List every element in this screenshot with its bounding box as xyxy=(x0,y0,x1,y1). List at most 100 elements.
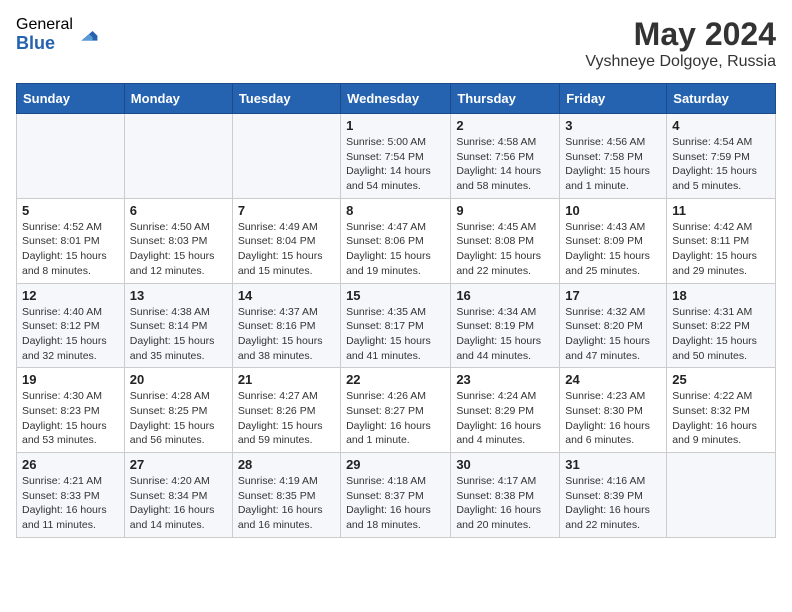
title-month: May 2024 xyxy=(585,16,776,53)
day-info: Sunrise: 4:50 AM Sunset: 8:03 PM Dayligh… xyxy=(130,220,227,279)
calendar-day-cell: 22Sunrise: 4:26 AM Sunset: 8:27 PM Dayli… xyxy=(341,368,451,453)
title-block: May 2024 Vyshneye Dolgoye, Russia xyxy=(585,16,776,71)
day-number: 25 xyxy=(672,372,770,387)
weekday-header: Wednesday xyxy=(341,84,451,114)
day-number: 15 xyxy=(346,288,445,303)
day-info: Sunrise: 4:28 AM Sunset: 8:25 PM Dayligh… xyxy=(130,389,227,448)
day-number: 11 xyxy=(672,203,770,218)
day-info: Sunrise: 4:27 AM Sunset: 8:26 PM Dayligh… xyxy=(238,389,335,448)
calendar-day-cell: 15Sunrise: 4:35 AM Sunset: 8:17 PM Dayli… xyxy=(341,283,451,368)
day-info: Sunrise: 4:34 AM Sunset: 8:19 PM Dayligh… xyxy=(456,305,554,364)
day-info: Sunrise: 4:20 AM Sunset: 8:34 PM Dayligh… xyxy=(130,474,227,533)
calendar-day-cell: 30 Sunrise: 4:17 AM Sunset: 8:38 PM Dayli… xyxy=(451,453,560,538)
calendar-day-cell: 6 Sunrise: 4:50 AM Sunset: 8:03 PM Daylig… xyxy=(124,198,232,283)
weekday-header: Sunday xyxy=(17,84,125,114)
day-number: 29 xyxy=(346,457,445,472)
calendar-table: SundayMondayTuesdayWednesdayThursdayFrid… xyxy=(16,83,776,538)
calendar-day-cell: 10 Sunrise: 4:43 AM Sunset: 8:09 PM Dayli… xyxy=(560,198,667,283)
day-info: Sunrise: 4:54 AM Sunset: 7:59 PM Dayligh… xyxy=(672,135,770,194)
calendar-day-cell: 12Sunrise: 4:40 AM Sunset: 8:12 PM Dayli… xyxy=(17,283,125,368)
day-info: Sunrise: 4:38 AM Sunset: 8:14 PM Dayligh… xyxy=(130,305,227,364)
calendar-day-cell: 9 Sunrise: 4:45 AM Sunset: 8:08 PM Daylig… xyxy=(451,198,560,283)
logo: General Blue xyxy=(16,16,99,53)
logo-general: General xyxy=(16,16,73,34)
calendar-day-cell: 18Sunrise: 4:31 AM Sunset: 8:22 PM Dayli… xyxy=(667,283,776,368)
calendar-day-cell: 28Sunrise: 4:19 AM Sunset: 8:35 PM Dayli… xyxy=(232,453,340,538)
calendar-day-cell: 8Sunrise: 4:47 AM Sunset: 8:06 PM Daylig… xyxy=(341,198,451,283)
calendar-week-row: 19 Sunrise: 4:30 AM Sunset: 8:23 PM Dayli… xyxy=(17,368,776,453)
day-info: Sunrise: 5:00 AM Sunset: 7:54 PM Dayligh… xyxy=(346,135,445,194)
logo-blue: Blue xyxy=(16,34,73,54)
calendar-day-cell: 7Sunrise: 4:49 AM Sunset: 8:04 PM Daylig… xyxy=(232,198,340,283)
weekday-header: Monday xyxy=(124,84,232,114)
day-number: 21 xyxy=(238,372,335,387)
day-info: Sunrise: 4:30 AM Sunset: 8:23 PM Dayligh… xyxy=(22,389,119,448)
day-number: 2 xyxy=(456,118,554,133)
calendar-day-cell: 27 Sunrise: 4:20 AM Sunset: 8:34 PM Dayli… xyxy=(124,453,232,538)
day-number: 27 xyxy=(130,457,227,472)
calendar-day-cell: 5Sunrise: 4:52 AM Sunset: 8:01 PM Daylig… xyxy=(17,198,125,283)
weekday-header: Tuesday xyxy=(232,84,340,114)
day-number: 1 xyxy=(346,118,445,133)
day-number: 9 xyxy=(456,203,554,218)
day-info: Sunrise: 4:24 AM Sunset: 8:29 PM Dayligh… xyxy=(456,389,554,448)
day-number: 14 xyxy=(238,288,335,303)
day-info: Sunrise: 4:47 AM Sunset: 8:06 PM Dayligh… xyxy=(346,220,445,279)
day-number: 24 xyxy=(565,372,661,387)
day-info: Sunrise: 4:45 AM Sunset: 8:08 PM Dayligh… xyxy=(456,220,554,279)
calendar-day-cell: 2 Sunrise: 4:58 AM Sunset: 7:56 PM Daylig… xyxy=(451,114,560,199)
weekday-header: Saturday xyxy=(667,84,776,114)
calendar-day-cell: 3 Sunrise: 4:56 AM Sunset: 7:58 PM Daylig… xyxy=(560,114,667,199)
day-info: Sunrise: 4:16 AM Sunset: 8:39 PM Dayligh… xyxy=(565,474,661,533)
day-info: Sunrise: 4:37 AM Sunset: 8:16 PM Dayligh… xyxy=(238,305,335,364)
day-number: 17 xyxy=(565,288,661,303)
page-header: General Blue May 2024 Vyshneye Dolgoye, … xyxy=(16,16,776,71)
day-number: 20 xyxy=(130,372,227,387)
day-number: 31 xyxy=(565,457,661,472)
day-info: Sunrise: 4:58 AM Sunset: 7:56 PM Dayligh… xyxy=(456,135,554,194)
day-number: 6 xyxy=(130,203,227,218)
day-number: 4 xyxy=(672,118,770,133)
day-info: Sunrise: 4:23 AM Sunset: 8:30 PM Dayligh… xyxy=(565,389,661,448)
calendar-day-cell: 20 Sunrise: 4:28 AM Sunset: 8:25 PM Dayli… xyxy=(124,368,232,453)
weekday-header: Friday xyxy=(560,84,667,114)
calendar-day-cell: 31 Sunrise: 4:16 AM Sunset: 8:39 PM Dayli… xyxy=(560,453,667,538)
logo-icon xyxy=(75,23,99,47)
calendar-day-cell: 24 Sunrise: 4:23 AM Sunset: 8:30 PM Dayli… xyxy=(560,368,667,453)
day-info: Sunrise: 4:18 AM Sunset: 8:37 PM Dayligh… xyxy=(346,474,445,533)
calendar-day-cell: 17 Sunrise: 4:32 AM Sunset: 8:20 PM Dayli… xyxy=(560,283,667,368)
calendar-day-cell: 1 Sunrise: 5:00 AM Sunset: 7:54 PM Daylig… xyxy=(341,114,451,199)
calendar-day-cell: 11 Sunrise: 4:42 AM Sunset: 8:11 PM Dayli… xyxy=(667,198,776,283)
calendar-day-cell xyxy=(17,114,125,199)
calendar-day-cell: 23 Sunrise: 4:24 AM Sunset: 8:29 PM Dayli… xyxy=(451,368,560,453)
day-number: 26 xyxy=(22,457,119,472)
day-number: 30 xyxy=(456,457,554,472)
calendar-week-row: 1 Sunrise: 5:00 AM Sunset: 7:54 PM Daylig… xyxy=(17,114,776,199)
day-number: 23 xyxy=(456,372,554,387)
calendar-day-cell: 16 Sunrise: 4:34 AM Sunset: 8:19 PM Dayli… xyxy=(451,283,560,368)
day-info: Sunrise: 4:17 AM Sunset: 8:38 PM Dayligh… xyxy=(456,474,554,533)
day-number: 16 xyxy=(456,288,554,303)
calendar-day-cell: 25Sunrise: 4:22 AM Sunset: 8:32 PM Dayli… xyxy=(667,368,776,453)
weekday-header: Thursday xyxy=(451,84,560,114)
day-info: Sunrise: 4:56 AM Sunset: 7:58 PM Dayligh… xyxy=(565,135,661,194)
day-number: 19 xyxy=(22,372,119,387)
day-info: Sunrise: 4:42 AM Sunset: 8:11 PM Dayligh… xyxy=(672,220,770,279)
calendar-day-cell xyxy=(667,453,776,538)
day-info: Sunrise: 4:21 AM Sunset: 8:33 PM Dayligh… xyxy=(22,474,119,533)
day-number: 3 xyxy=(565,118,661,133)
day-number: 12 xyxy=(22,288,119,303)
calendar-day-cell: 14 Sunrise: 4:37 AM Sunset: 8:16 PM Dayli… xyxy=(232,283,340,368)
day-number: 10 xyxy=(565,203,661,218)
calendar-week-row: 12Sunrise: 4:40 AM Sunset: 8:12 PM Dayli… xyxy=(17,283,776,368)
calendar-day-cell: 29 Sunrise: 4:18 AM Sunset: 8:37 PM Dayli… xyxy=(341,453,451,538)
day-number: 7 xyxy=(238,203,335,218)
day-info: Sunrise: 4:43 AM Sunset: 8:09 PM Dayligh… xyxy=(565,220,661,279)
calendar-day-cell: 19 Sunrise: 4:30 AM Sunset: 8:23 PM Dayli… xyxy=(17,368,125,453)
day-info: Sunrise: 4:52 AM Sunset: 8:01 PM Dayligh… xyxy=(22,220,119,279)
day-number: 22 xyxy=(346,372,445,387)
day-info: Sunrise: 4:19 AM Sunset: 8:35 PM Dayligh… xyxy=(238,474,335,533)
day-info: Sunrise: 4:32 AM Sunset: 8:20 PM Dayligh… xyxy=(565,305,661,364)
calendar-day-cell xyxy=(124,114,232,199)
day-number: 13 xyxy=(130,288,227,303)
